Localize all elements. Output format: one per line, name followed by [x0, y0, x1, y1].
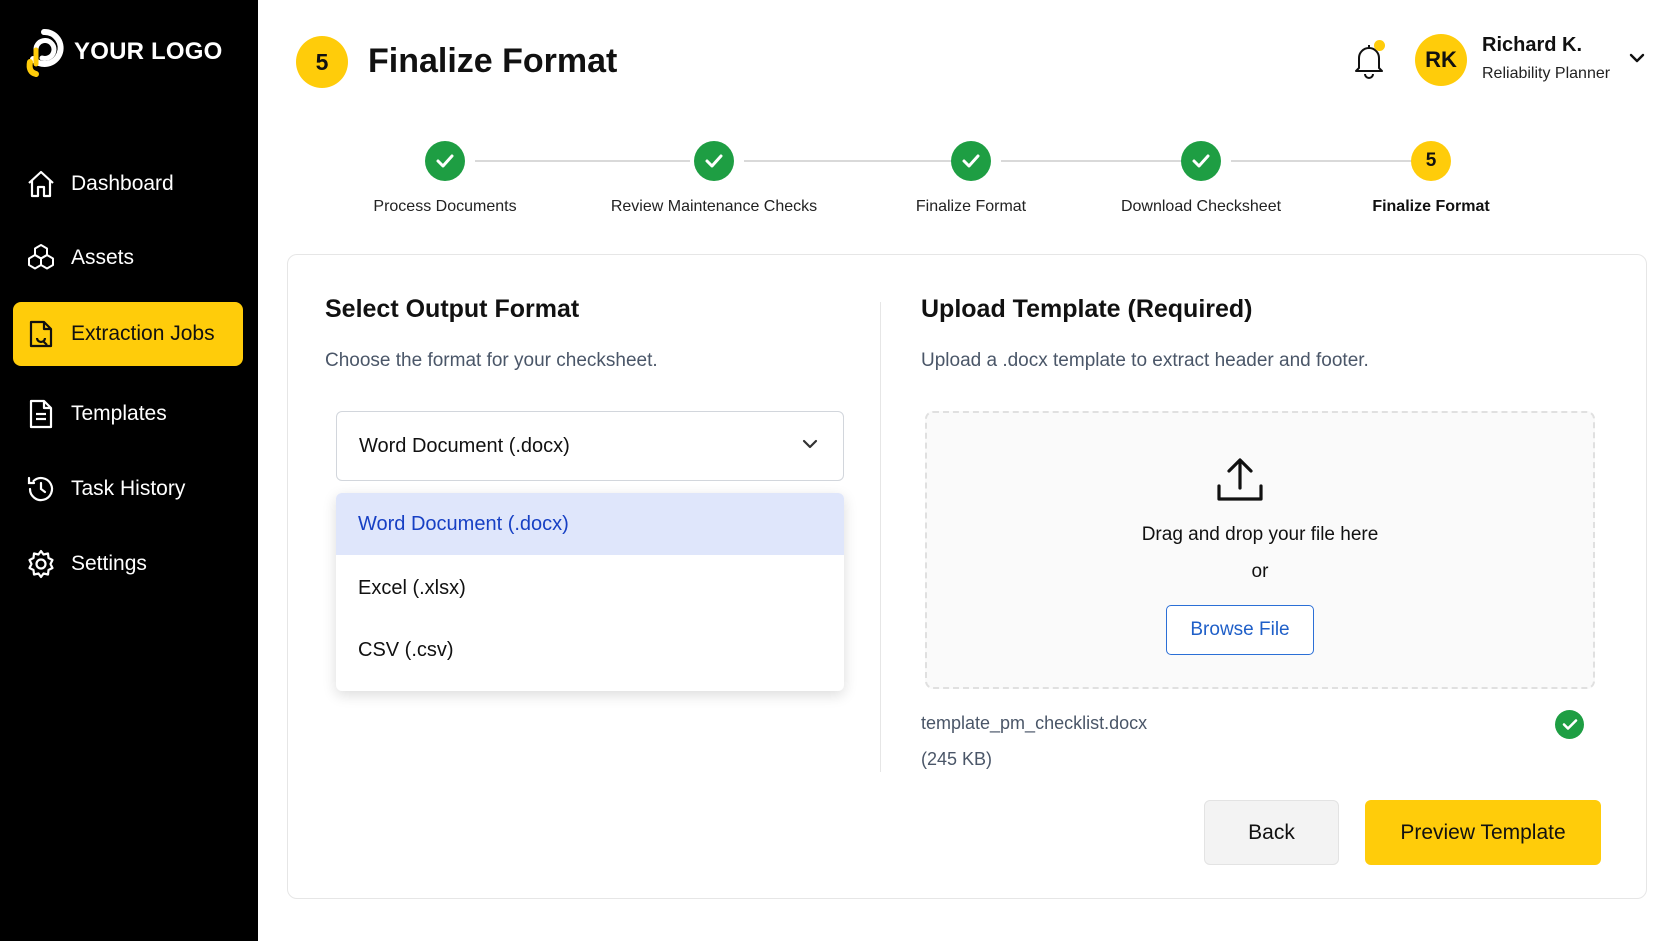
- sidebar-item-extraction-jobs[interactable]: Extraction Jobs: [13, 302, 243, 366]
- dropdown-option-docx[interactable]: Word Document (.docx): [336, 493, 844, 555]
- output-format-title: Select Output Format: [325, 295, 580, 323]
- upload-template-subtitle: Upload a .docx template to extract heade…: [921, 350, 1369, 371]
- sidebar-item-label: Extraction Jobs: [71, 322, 215, 345]
- column-divider: [880, 302, 881, 772]
- sidebar-item-settings[interactable]: Settings: [13, 532, 243, 596]
- sidebar-item-assets[interactable]: Assets: [13, 226, 243, 290]
- sidebar: YOUR LOGO Dashboard Assets Extraction Jo…: [0, 0, 258, 941]
- chevron-down-icon: [802, 439, 818, 449]
- sidebar-item-label: Assets: [71, 246, 135, 269]
- dropdown-option-csv[interactable]: CSV (.csv): [336, 619, 844, 681]
- step-label-current: Finalize Format: [1372, 198, 1490, 215]
- step-connector: [1001, 160, 1187, 162]
- step-5-current: 5: [1411, 141, 1451, 181]
- sidebar-item-templates[interactable]: Templates: [13, 382, 243, 446]
- uploaded-file-size: (245 KB): [921, 749, 993, 769]
- step-1-complete: [425, 141, 465, 181]
- notification-dot: [1374, 40, 1385, 51]
- upload-success-icon: [1555, 710, 1584, 739]
- logo[interactable]: YOUR LOGO: [24, 26, 222, 78]
- page-title: Finalize Format: [368, 42, 618, 80]
- step-label: Review Maintenance Checks: [610, 198, 818, 215]
- preview-template-button[interactable]: Preview Template: [1365, 800, 1601, 865]
- check-icon: [436, 154, 454, 168]
- check-icon: [705, 154, 723, 168]
- sidebar-item-label: Dashboard: [71, 172, 174, 195]
- back-button[interactable]: Back: [1204, 800, 1339, 865]
- dropdown-option-xlsx[interactable]: Excel (.xlsx): [336, 557, 844, 619]
- step-number-badge: 5: [296, 36, 348, 88]
- gear-icon: [28, 549, 54, 579]
- output-format-select[interactable]: Word Document (.docx): [336, 411, 844, 481]
- check-icon: [1562, 719, 1577, 730]
- sidebar-item-label: Settings: [71, 552, 147, 575]
- user-name: Richard K.: [1482, 34, 1583, 56]
- output-format-subtitle: Choose the format for your checksheet.: [325, 350, 658, 371]
- check-icon: [962, 154, 980, 168]
- step-connector: [744, 160, 957, 162]
- history-icon: [27, 476, 54, 502]
- document-icon: [29, 399, 53, 429]
- avatar[interactable]: RK: [1415, 34, 1467, 86]
- dropzone-or-text: or: [1251, 561, 1269, 582]
- sidebar-item-task-history[interactable]: Task History: [13, 457, 243, 521]
- step-label: Download Checksheet: [1120, 198, 1282, 215]
- check-icon: [1192, 154, 1210, 168]
- cubes-icon: [28, 244, 54, 270]
- sidebar-item-label: Task History: [71, 477, 186, 500]
- browse-file-button[interactable]: Browse File: [1166, 605, 1314, 655]
- upload-icon: [1217, 458, 1263, 501]
- logo-text: YOUR LOGO: [74, 38, 223, 65]
- step-4-complete: [1181, 141, 1221, 181]
- home-icon: [28, 170, 54, 198]
- user-role: Reliability Planner: [1482, 65, 1611, 82]
- upload-template-title: Upload Template (Required): [921, 295, 1253, 323]
- step-connector: [475, 160, 690, 162]
- step-connector: [1231, 160, 1415, 162]
- uploaded-file-name: template_pm_checklist.docx: [921, 713, 1148, 733]
- step-3-complete: [951, 141, 991, 181]
- select-value: Word Document (.docx): [359, 434, 570, 457]
- step-label: Process Documents: [373, 198, 517, 215]
- output-format-dropdown: Word Document (.docx) Excel (.xlsx) CSV …: [336, 493, 844, 691]
- chevron-down-icon[interactable]: [1628, 52, 1646, 64]
- logo-mark-icon: [26, 28, 64, 77]
- step-2-complete: [694, 141, 734, 181]
- dropzone-text: Drag and drop your file here: [1141, 524, 1379, 545]
- document-extract-icon: [29, 320, 53, 348]
- sidebar-item-dashboard[interactable]: Dashboard: [13, 152, 243, 216]
- sidebar-item-label: Templates: [71, 402, 167, 425]
- step-label: Finalize Format: [915, 198, 1027, 215]
